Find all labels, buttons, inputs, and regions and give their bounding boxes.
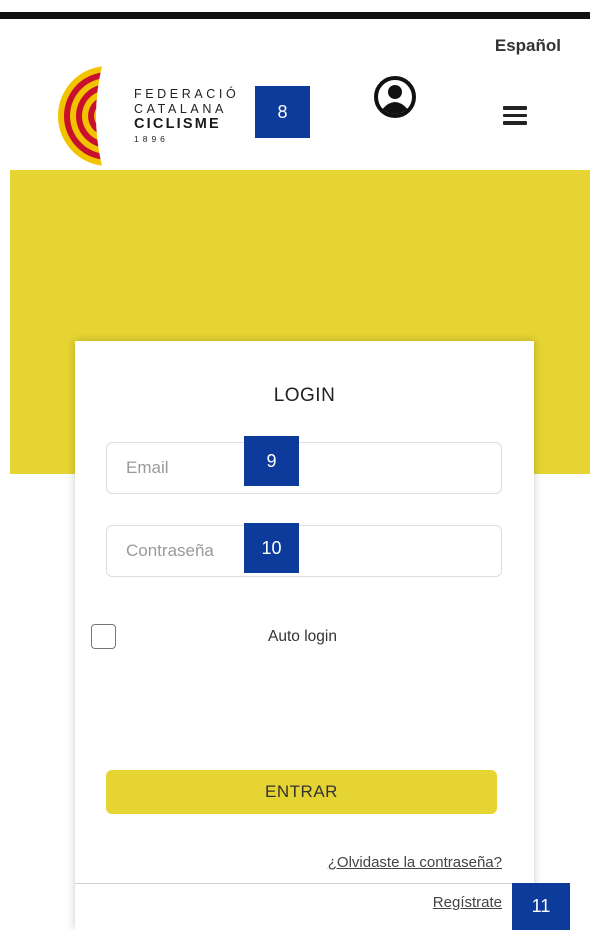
logo-year: 1896 [134,133,169,144]
logo-text: FEDERACIÓ CATALANA CICLISME 1896 [134,88,239,145]
login-card: LOGIN Auto login ENTRAR ¿Olvidaste la co… [75,341,534,930]
federation-logo[interactable]: FEDERACIÓ CATALANA CICLISME 1896 [54,66,254,166]
annotation-badge-8: 8 [255,86,310,138]
page: Español FEDERACIÓ CATALANA CICLISME 1896… [0,0,590,930]
logo-line-2: CATALANA [134,101,227,116]
annotation-badge-9: 9 [244,436,299,486]
logo-line-3: CICLISME [134,116,221,132]
login-title: LOGIN [273,385,336,406]
annotation-badge-11: 11 [512,883,570,930]
auto-login-checkbox[interactable] [91,624,116,649]
login-submit-button[interactable]: ENTRAR [106,770,497,814]
logo-stripes-icon [58,66,130,166]
password-input[interactable] [106,525,502,577]
auto-login-label: Auto login [268,628,337,645]
top-bar [0,12,590,19]
hamburger-menu-icon[interactable] [503,106,527,125]
annotation-badge-10: 10 [244,523,299,573]
forgot-password-link[interactable]: ¿Olvidaste la contraseña? [328,854,502,871]
email-input[interactable] [106,442,502,494]
card-divider [75,883,534,884]
register-link[interactable]: Regístrate [433,894,502,911]
logo-line-1: FEDERACIÓ [134,87,240,101]
user-circle-icon[interactable] [374,76,416,118]
language-selector[interactable]: Español [495,36,561,56]
